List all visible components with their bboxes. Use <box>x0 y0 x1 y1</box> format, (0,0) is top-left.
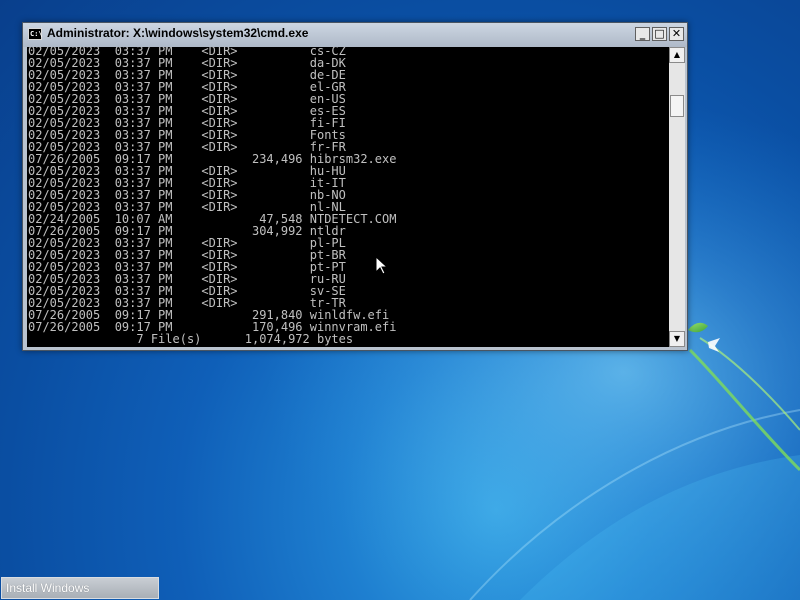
cmd-icon[interactable]: C:\ <box>28 28 43 40</box>
console-line: 7 File(s) 1,074,972 bytes <box>28 332 354 346</box>
install-windows-button[interactable]: Install Windows <box>1 577 159 599</box>
mouse-pointer-icon <box>376 257 388 275</box>
maximize-button[interactable]: □ <box>652 27 667 41</box>
scroll-up-arrow-icon[interactable]: ▲ <box>669 47 685 63</box>
minimize-button[interactable]: _ <box>635 27 650 41</box>
scroll-down-arrow-icon[interactable]: ▼ <box>669 331 685 347</box>
cmd-window[interactable]: C:\ Administrator: X:\windows\system32\c… <box>22 22 688 351</box>
close-button[interactable]: ✕ <box>669 27 684 41</box>
window-title: Administrator: X:\windows\system32\cmd.e… <box>47 26 309 40</box>
console-text: 02/05/2023 03:37 PM <DIR> cs-CZ 02/05/202… <box>27 47 396 345</box>
vertical-scrollbar[interactable]: ▲ ▼ <box>669 47 685 347</box>
scrollbar-thumb[interactable] <box>670 95 684 117</box>
titlebar[interactable]: C:\ Administrator: X:\windows\system32\c… <box>23 23 687 47</box>
console-output[interactable]: 02/05/2023 03:37 PM <DIR> cs-CZ 02/05/202… <box>27 47 669 347</box>
